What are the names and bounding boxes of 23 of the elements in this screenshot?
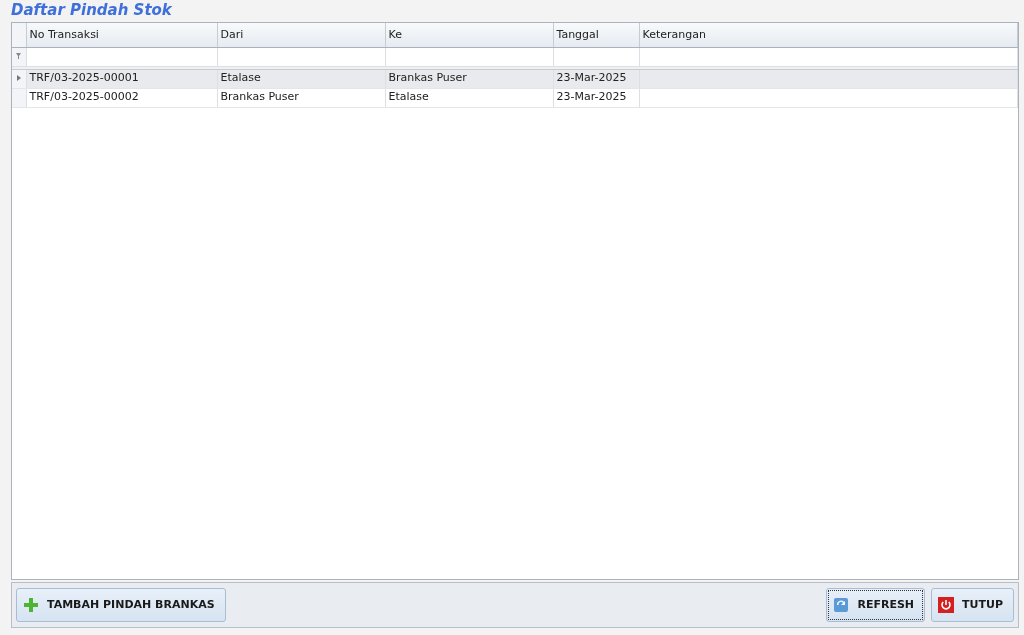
plus-icon bbox=[23, 597, 39, 613]
add-button[interactable]: TAMBAH PINDAH BRANKAS bbox=[16, 588, 226, 622]
column-header[interactable]: Dari bbox=[217, 23, 385, 47]
filter-icon bbox=[16, 53, 22, 60]
column-header[interactable]: Ke bbox=[385, 23, 553, 47]
column-header[interactable]: Keterangan bbox=[639, 23, 1018, 47]
filter-cell[interactable] bbox=[639, 47, 1018, 66]
row-pointer-icon bbox=[16, 75, 21, 82]
filter-cell[interactable] bbox=[26, 47, 217, 66]
filter-cell[interactable] bbox=[385, 47, 553, 66]
table-cell: Etalase bbox=[385, 88, 553, 107]
close-button[interactable]: TUTUP bbox=[931, 588, 1014, 622]
column-header[interactable]: Tanggal bbox=[553, 23, 639, 47]
power-icon bbox=[938, 597, 955, 613]
column-header[interactable]: No Transaksi bbox=[26, 23, 217, 47]
table-cell: 23-Mar-2025 bbox=[553, 88, 639, 107]
refresh-button[interactable]: REFRESH bbox=[826, 588, 926, 622]
refresh-icon bbox=[833, 597, 850, 613]
table-cell: Brankas Puser bbox=[217, 88, 385, 107]
table-cell: TRF/03-2025-00002 bbox=[26, 88, 217, 107]
filter-cell[interactable] bbox=[553, 47, 639, 66]
filter-cell[interactable] bbox=[217, 47, 385, 66]
form-title: Daftar Pindah Stok bbox=[11, 0, 173, 21]
